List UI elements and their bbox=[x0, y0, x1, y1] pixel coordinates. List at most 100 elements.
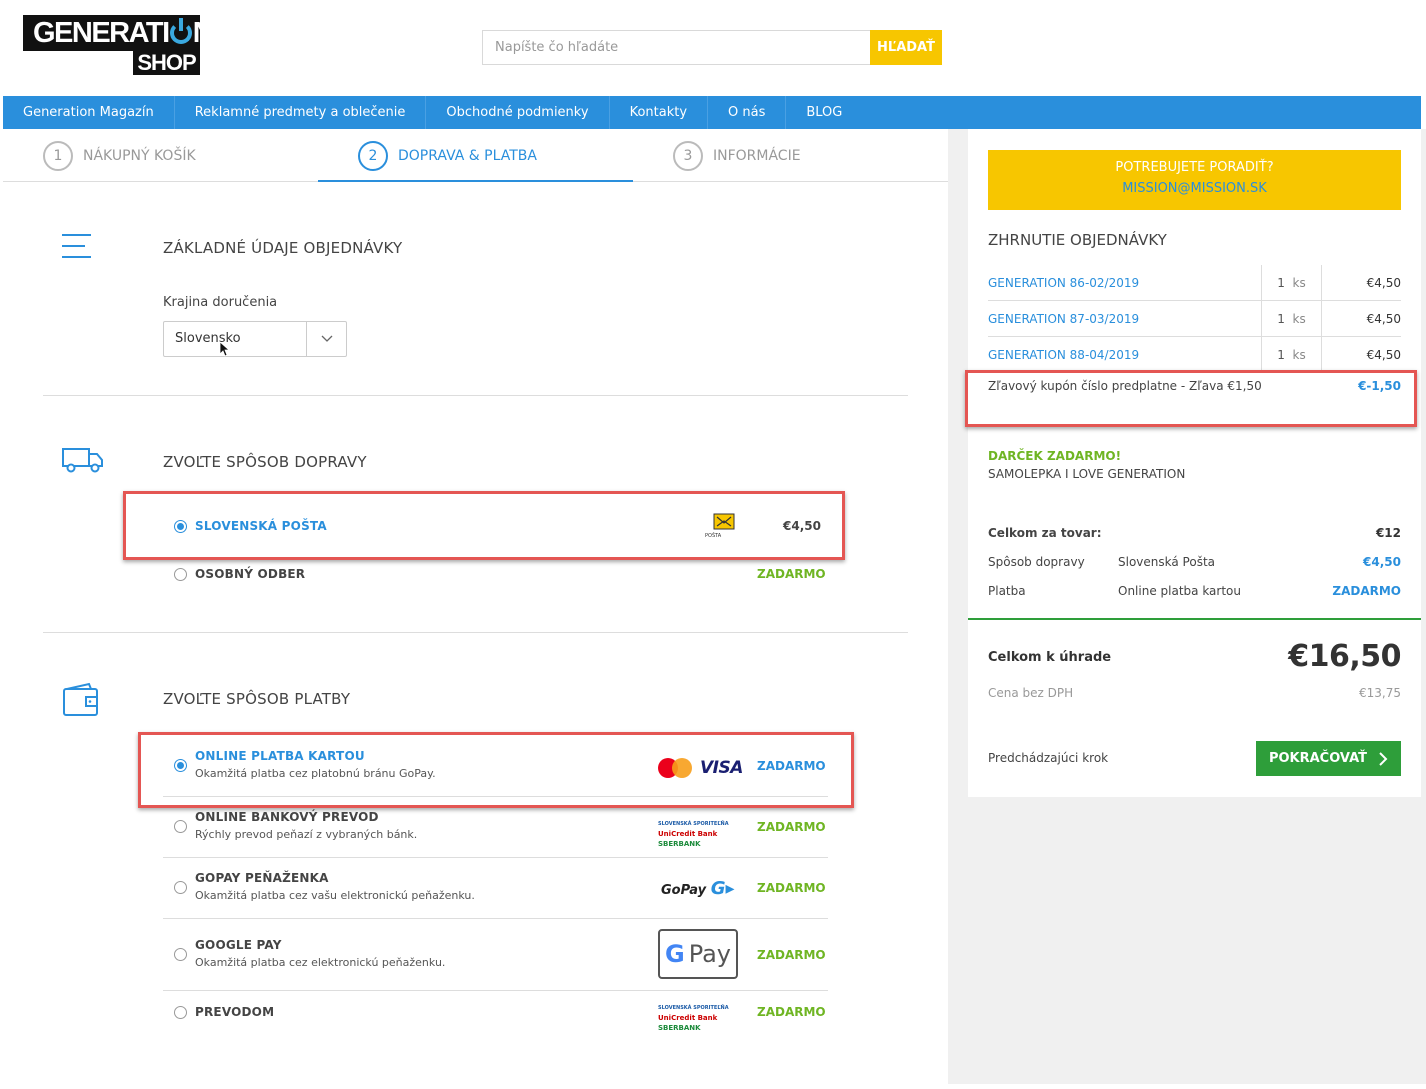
summary-item: GENERATION 88-04/2019 1 ks €4,50 bbox=[988, 337, 1401, 373]
bank-logos-icon: SLOVENSKÁ SPORITEĽŇA UniCredit Bank SBER… bbox=[658, 1005, 729, 1032]
chevron-right-icon bbox=[1379, 751, 1388, 766]
item-name-link[interactable]: GENERATION 86-02/2019 bbox=[988, 276, 1261, 290]
shipping-label: Spôsob dopravy bbox=[988, 555, 1085, 569]
step-number: 2 bbox=[358, 140, 388, 171]
step-label: NÁKUPNÝ KOŠÍK bbox=[83, 147, 196, 164]
logo-shop: SHOP bbox=[133, 51, 200, 75]
shipping-row: Spôsob dopravy Slovenská Pošta €4,50 bbox=[988, 555, 1401, 569]
logo-wordmark: GENERATI N bbox=[23, 15, 214, 51]
radio-button[interactable] bbox=[174, 881, 187, 894]
radio-button[interactable] bbox=[174, 948, 187, 961]
basic-info-title: ZÁKLADNÉ ÚDAJE OBJEDNÁVKY bbox=[163, 239, 403, 257]
logo[interactable]: GENERATI N SHOP bbox=[23, 15, 214, 75]
order-summary: POTREBUJETE PORADIŤ? MISSION@MISSION.SK … bbox=[965, 129, 1421, 797]
shipping-price: ZADARMO bbox=[757, 567, 826, 581]
radio-button[interactable] bbox=[174, 759, 187, 772]
payment-value: ZADARMO bbox=[1332, 584, 1401, 598]
item-name-link[interactable]: GENERATION 87-03/2019 bbox=[988, 312, 1261, 326]
checkout-main: 1 NÁKUPNÝ KOŠÍK 2 DOPRAVA & PLATBA 3 INF… bbox=[3, 129, 948, 1084]
option-title: GOPAY PEŇAŽENKA bbox=[195, 871, 329, 885]
item-qty: 1 ks bbox=[1261, 264, 1321, 301]
option-description: Okamžitá platba cez vašu elektronickú pe… bbox=[195, 889, 475, 902]
visa-icon: VISA bbox=[700, 758, 743, 778]
shipping-title: ZVOĽTE SPÔSOB DOPRAVY bbox=[163, 453, 367, 471]
novat-label: Cena bez DPH bbox=[988, 686, 1074, 700]
goods-label: Celkom za tovar: bbox=[988, 526, 1102, 540]
radio-button[interactable] bbox=[174, 820, 187, 833]
shipping-method: Slovenská Pošta bbox=[1118, 555, 1216, 569]
gopay-icon: GoPay G▸ bbox=[661, 878, 735, 899]
step-info[interactable]: 3 INFORMÁCIE bbox=[673, 129, 801, 182]
total-divider bbox=[968, 618, 1421, 620]
row-separator bbox=[163, 918, 828, 919]
radio-button[interactable] bbox=[174, 519, 187, 533]
country-select[interactable]: Slovensko bbox=[163, 321, 347, 357]
step-shipping-payment[interactable]: 2 DOPRAVA & PLATBA bbox=[358, 129, 537, 182]
shipping-option-pickup[interactable]: OSOBNÝ ODBER bbox=[174, 567, 305, 581]
item-price: €4,50 bbox=[1321, 337, 1401, 373]
advice-title: POTREBUJETE PORADIŤ? bbox=[1115, 160, 1274, 175]
nav-item-blog[interactable]: BLOG bbox=[786, 96, 862, 129]
nav-item-o-nas[interactable]: O nás bbox=[708, 96, 787, 129]
wallet-icon bbox=[61, 682, 101, 722]
coupon-row: Zľavový kupón číslo predplatne - Zľava €… bbox=[988, 379, 1401, 393]
step-cart[interactable]: 1 NÁKUPNÝ KOŠÍK bbox=[43, 129, 196, 182]
payment-option-card[interactable]: ONLINE PLATBA KARTOU Okamžitá platba cez… bbox=[174, 749, 436, 780]
option-title: SLOVENSKÁ POŠTA bbox=[195, 519, 327, 533]
step-number: 1 bbox=[43, 140, 73, 171]
option-title: ONLINE PLATBA KARTOU bbox=[195, 749, 365, 763]
mastercard-icon bbox=[658, 758, 692, 778]
payment-option-google-pay[interactable]: GOOGLE PAY Okamžitá platba cez elektroni… bbox=[174, 938, 445, 969]
payment-price: ZADARMO bbox=[757, 948, 826, 962]
previous-step-link[interactable]: Predchádzajúci krok bbox=[988, 751, 1108, 765]
svg-text:POŠTA: POŠTA bbox=[705, 532, 722, 539]
coupon-value: €-1,50 bbox=[1358, 379, 1401, 393]
nav-item-kontakty[interactable]: Kontakty bbox=[610, 96, 709, 129]
search-button[interactable]: HĽADAŤ bbox=[870, 30, 942, 65]
option-title: PREVODOM bbox=[195, 1005, 275, 1019]
chevron-down-icon bbox=[306, 322, 346, 356]
power-icon bbox=[169, 18, 192, 44]
gift-title: DARČEK ZADARMO! bbox=[988, 449, 1122, 463]
advice-box: POTREBUJETE PORADIŤ? MISSION@MISSION.SK bbox=[988, 150, 1401, 210]
radio-button[interactable] bbox=[174, 567, 187, 581]
goods-total-row: Celkom za tovar: €12 bbox=[988, 526, 1401, 540]
active-step-underline bbox=[318, 180, 633, 182]
payment-option-bank-transfer[interactable]: ONLINE BANKOVÝ PREVOD Rýchly prevod peňa… bbox=[174, 810, 417, 841]
step-number: 3 bbox=[673, 140, 703, 171]
bank-logos-icon: SLOVENSKÁ SPORITEĽŇA UniCredit Bank SBER… bbox=[658, 821, 729, 848]
row-separator bbox=[163, 857, 828, 858]
row-separator bbox=[163, 796, 828, 797]
step-label: DOPRAVA & PLATBA bbox=[398, 147, 537, 164]
radio-button[interactable] bbox=[174, 1005, 187, 1019]
option-title: ONLINE BANKOVÝ PREVOD bbox=[195, 810, 379, 824]
payment-option-wire[interactable]: PREVODOM bbox=[174, 1005, 274, 1019]
option-description: Okamžitá platba cez elektronickú peňažen… bbox=[195, 956, 446, 969]
shipping-price: €4,50 bbox=[783, 519, 821, 533]
goods-value: €12 bbox=[1375, 526, 1401, 540]
item-name-link[interactable]: GENERATION 88-04/2019 bbox=[988, 348, 1261, 362]
total-value: €16,50 bbox=[1288, 639, 1401, 674]
divider bbox=[43, 395, 908, 396]
payment-option-gopay[interactable]: GOPAY PEŇAŽENKA Okamžitá platba cez vašu… bbox=[174, 871, 475, 902]
nav-item-reklamne[interactable]: Reklamné predmety a oblečenie bbox=[175, 96, 427, 129]
list-icon bbox=[61, 233, 93, 263]
item-price: €4,50 bbox=[1321, 264, 1401, 301]
shipping-option-posta[interactable]: SLOVENSKÁ POŠTA bbox=[174, 519, 327, 533]
search-input[interactable] bbox=[482, 30, 870, 65]
option-title: GOOGLE PAY bbox=[195, 938, 282, 952]
nav-item-podmienky[interactable]: Obchodné podmienky bbox=[426, 96, 610, 129]
nav-item-magazin[interactable]: Generation Magazín bbox=[3, 96, 175, 129]
advice-email-link[interactable]: MISSION@MISSION.SK bbox=[988, 181, 1401, 196]
continue-button[interactable]: POKRAČOVAŤ bbox=[1256, 741, 1401, 776]
divider bbox=[43, 632, 908, 633]
continue-label: POKRAČOVAŤ bbox=[1268, 751, 1368, 766]
payment-price: ZADARMO bbox=[757, 1005, 826, 1019]
coupon-label: Zľavový kupón číslo predplatne - Zľava €… bbox=[988, 379, 1262, 393]
country-label: Krajina doručenia bbox=[163, 295, 278, 310]
payment-price: ZADARMO bbox=[757, 881, 826, 895]
google-pay-icon: G Pay bbox=[658, 929, 738, 979]
payment-price: ZADARMO bbox=[757, 759, 826, 773]
summary-title: ZHRNUTIE OBJEDNÁVKY bbox=[988, 231, 1167, 249]
item-qty: 1 ks bbox=[1261, 300, 1321, 337]
